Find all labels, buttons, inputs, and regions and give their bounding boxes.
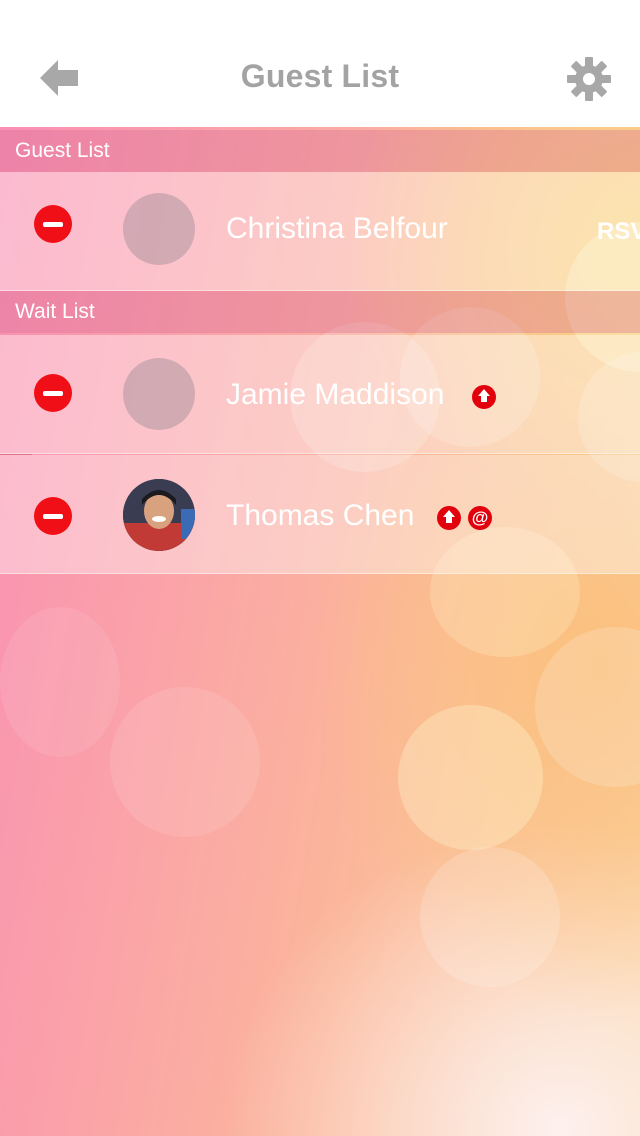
guest-row-christina[interactable]: Christina Belfour RSV bbox=[0, 172, 640, 291]
avatar-photo bbox=[123, 479, 195, 551]
bokeh-light bbox=[398, 705, 543, 850]
page-title: Guest List bbox=[240, 58, 400, 94]
waitlist-row-jamie[interactable]: Jamie Maddison bbox=[0, 335, 640, 454]
bokeh-light bbox=[420, 847, 560, 987]
person-photo-icon bbox=[123, 479, 195, 551]
section-header-guest-list: Guest List bbox=[0, 130, 640, 172]
bokeh-light bbox=[535, 627, 640, 787]
bokeh-light bbox=[110, 687, 260, 837]
guest-name: Jamie Maddison bbox=[226, 378, 445, 411]
at-icon[interactable]: @ bbox=[468, 506, 492, 530]
section-header-wait-list: Wait List bbox=[0, 291, 640, 333]
guest-name: Thomas Chen bbox=[226, 499, 415, 532]
remove-guest-button[interactable] bbox=[34, 205, 72, 243]
avatar bbox=[123, 193, 195, 265]
upgrade-icon[interactable] bbox=[472, 385, 496, 409]
settings-button[interactable] bbox=[566, 56, 612, 102]
waitlist-row-thomas[interactable]: Thomas Chen @ bbox=[0, 455, 640, 574]
nav-header: Guest List bbox=[0, 0, 640, 127]
bokeh-light bbox=[0, 607, 120, 757]
gear-icon bbox=[567, 57, 611, 101]
upgrade-icon[interactable] bbox=[437, 506, 461, 530]
remove-guest-button[interactable] bbox=[34, 374, 72, 412]
remove-guest-button[interactable] bbox=[34, 497, 72, 535]
rsvp-button[interactable]: RSV bbox=[597, 218, 640, 246]
guest-name: Christina Belfour bbox=[226, 212, 448, 245]
avatar bbox=[123, 358, 195, 430]
